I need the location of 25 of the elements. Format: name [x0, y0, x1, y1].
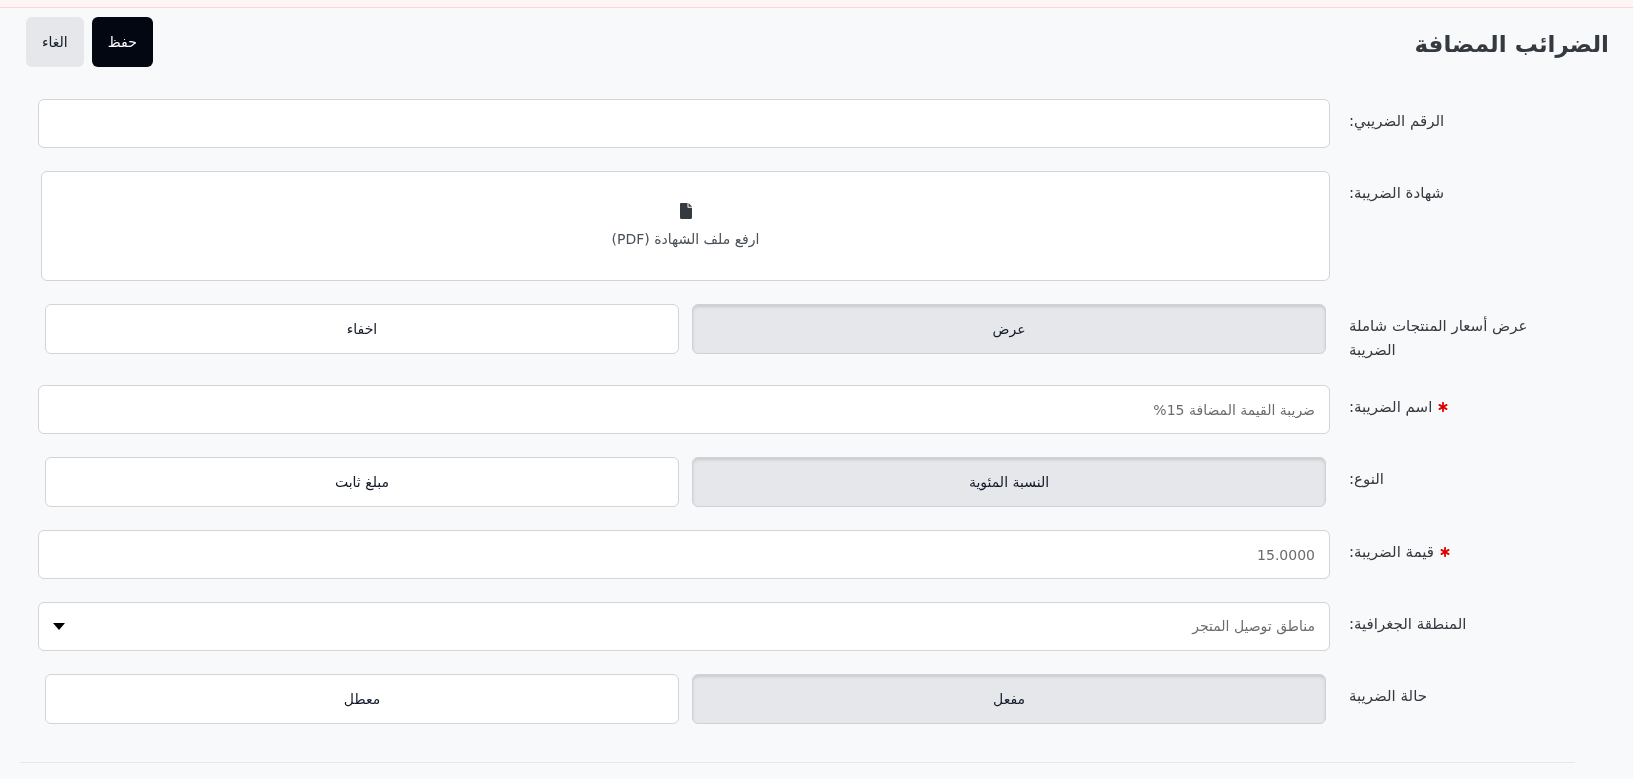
toggle-option[interactable]: اخفاء	[45, 304, 679, 354]
toggle-option[interactable]: النسبة المئوية	[692, 457, 1326, 507]
field-label: عرض أسعار المنتجات شاملة الضريبة	[1349, 315, 1529, 361]
field-label: شهادة الضريبة:	[1349, 183, 1445, 204]
upload-dropzone[interactable]: ارفع ملف الشهادة (PDF)	[41, 171, 1330, 281]
toggle-option[interactable]: مبلغ ثابت	[45, 457, 679, 507]
upload-hint: ارفع ملف الشهادة (PDF)	[611, 230, 760, 249]
toggle-option[interactable]: عرض	[692, 304, 1326, 354]
text-input[interactable]	[38, 99, 1330, 148]
field-label: حالة الضريبة	[1349, 686, 1427, 707]
cancel-button[interactable]: الغاء	[26, 17, 84, 67]
field-label: قيمة الضريبة:	[1349, 542, 1434, 563]
toggle-option[interactable]: مفعل	[692, 674, 1326, 724]
text-input[interactable]: ضريبة القيمة المضافة 15%	[38, 385, 1330, 434]
text-input[interactable]: 15.0000	[38, 530, 1330, 579]
file-icon	[679, 203, 692, 219]
dropdown-field[interactable]: مناطق توصيل المتجر	[38, 602, 1330, 651]
field-label: النوع:	[1349, 469, 1385, 490]
caret-down-icon	[53, 623, 65, 630]
field-label: اسم الضريبة:	[1349, 397, 1433, 418]
save-button[interactable]: حفظ	[91, 17, 153, 67]
toggle-option[interactable]: معطل	[45, 674, 679, 724]
field-label: الرقم الضريبي:	[1349, 111, 1445, 133]
page-title: الضرائب المضافة	[1414, 30, 1609, 59]
field-label: المنطقة الجغرافية:	[1349, 614, 1467, 635]
